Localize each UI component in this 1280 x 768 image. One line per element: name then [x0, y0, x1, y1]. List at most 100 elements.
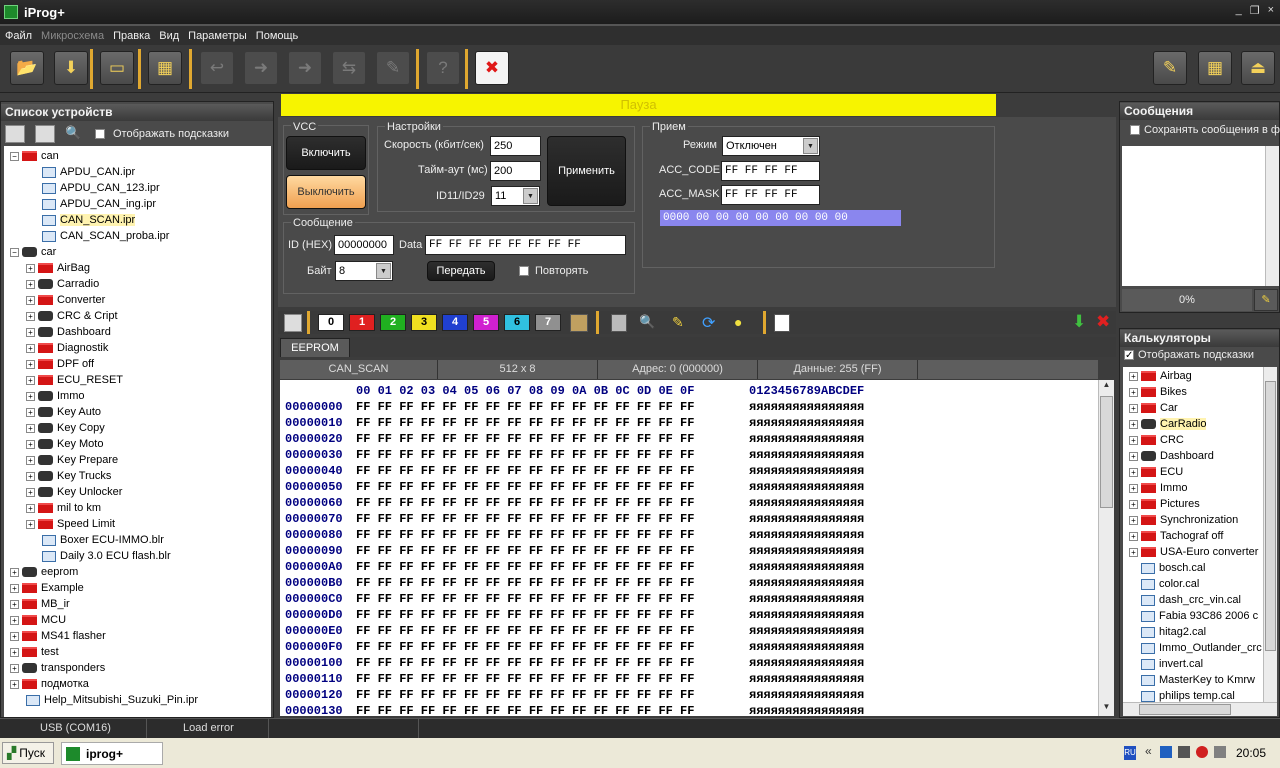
list-view-icon[interactable]	[35, 125, 55, 143]
document-icon[interactable]: ▭	[100, 51, 134, 85]
tree-item[interactable]: color.cal	[1129, 576, 1199, 592]
expander-icon[interactable]: +	[26, 455, 35, 465]
tree-item[interactable]: + test	[10, 644, 59, 660]
expander-icon[interactable]: +	[26, 295, 35, 305]
expander-icon[interactable]: +	[1129, 371, 1138, 381]
messages-scrollbar[interactable]	[1265, 146, 1279, 286]
id-type-select[interactable]: 11 ▼	[491, 186, 540, 206]
tree-item[interactable]: hitag2.cal	[1129, 624, 1206, 640]
antivirus-icon[interactable]	[1196, 746, 1208, 758]
expander-icon[interactable]: +	[10, 615, 19, 625]
row-ascii[interactable]: яяяяяяяяяяяяяяяя	[749, 527, 864, 543]
tree-item[interactable]: + Dashboard	[26, 324, 111, 340]
color-button-0[interactable]: 0	[318, 314, 344, 331]
taskbar-app-button[interactable]: iprog+	[61, 742, 163, 765]
tree-item[interactable]: + Airbag	[1129, 368, 1192, 384]
byte-select[interactable]: 8 ▼	[335, 261, 393, 281]
tree-item[interactable]: + Key Moto	[26, 436, 103, 452]
row-ascii[interactable]: яяяяяяяяяяяяяяяя	[749, 607, 864, 623]
row-bytes[interactable]: FF FF FF FF FF FF FF FF FF FF FF FF FF F…	[356, 575, 694, 591]
row-ascii[interactable]: яяяяяяяяяяяяяяяя	[749, 463, 864, 479]
tree-item[interactable]: + Synchronization	[1129, 512, 1238, 528]
row-ascii[interactable]: яяяяяяяяяяяяяяяя	[749, 543, 864, 559]
row-ascii[interactable]: яяяяяяяяяяяяяяяя	[749, 639, 864, 655]
tree-item[interactable]: APDU_CAN.ipr	[42, 164, 135, 180]
tree-item[interactable]: + MCU	[10, 612, 66, 628]
show-hints-checkbox[interactable]	[95, 129, 105, 139]
color-button-2[interactable]: 2	[380, 314, 406, 331]
tree-item[interactable]: + CarRadio	[1129, 416, 1207, 432]
msg-id-input[interactable]: 00000000	[334, 235, 394, 255]
expander-icon[interactable]: +	[1129, 547, 1138, 557]
expander-icon[interactable]: +	[26, 391, 35, 401]
expander-icon[interactable]: +	[1129, 483, 1138, 493]
compare-icon[interactable]: ⇆	[332, 51, 366, 85]
row-ascii[interactable]: яяяяяяяяяяяяяяяя	[749, 591, 864, 607]
tree-item[interactable]: + подмотка	[10, 676, 89, 692]
tree-item[interactable]: + Speed Limit	[26, 516, 115, 532]
expander-icon[interactable]: +	[10, 567, 19, 577]
color-button-5[interactable]: 5	[473, 314, 499, 331]
expander-icon[interactable]: +	[26, 279, 35, 289]
expander-icon[interactable]: +	[1129, 499, 1138, 509]
search-icon[interactable]: 🔍	[65, 125, 85, 143]
row-bytes[interactable]: FF FF FF FF FF FF FF FF FF FF FF FF FF F…	[356, 671, 694, 687]
tree-item[interactable]: + Dashboard	[1129, 448, 1214, 464]
tree-item[interactable]: + ECU_RESET	[26, 372, 123, 388]
row-bytes[interactable]: FF FF FF FF FF FF FF FF FF FF FF FF FF F…	[356, 655, 694, 671]
tree-view-icon[interactable]	[5, 125, 25, 143]
row-bytes[interactable]: FF FF FF FF FF FF FF FF FF FF FF FF FF F…	[356, 511, 694, 527]
tree-item[interactable]: + eeprom	[10, 564, 78, 580]
color-button-7[interactable]: 7	[535, 314, 561, 331]
tree-item[interactable]: + DPF off	[26, 356, 94, 372]
image-icon[interactable]	[570, 314, 588, 332]
download-arrow-icon[interactable]: ⬇	[1072, 312, 1090, 332]
tree-item[interactable]: − car	[10, 244, 56, 260]
row-bytes[interactable]: FF FF FF FF FF FF FF FF FF FF FF FF FF F…	[356, 591, 694, 607]
data-input[interactable]: FF FF FF FF FF FF FF FF	[425, 235, 626, 255]
tree-item[interactable]: Daily 3.0 ECU flash.blr	[42, 548, 171, 564]
tree-item[interactable]: Help_Mitsubishi_Suzuki_Pin.ipr	[26, 692, 198, 708]
expander-icon[interactable]: +	[26, 327, 35, 337]
tree-item[interactable]: + Key Trucks	[26, 468, 111, 484]
tree-item[interactable]: + Key Copy	[26, 420, 105, 436]
save-download-icon[interactable]: ⬇	[54, 51, 88, 85]
row-ascii[interactable]: яяяяяяяяяяяяяяяя	[749, 655, 864, 671]
delete-icon[interactable]: ✖	[1096, 312, 1114, 332]
row-ascii[interactable]: яяяяяяяяяяяяяяяя	[749, 575, 864, 591]
tree-item[interactable]: + Key Unlocker	[26, 484, 122, 500]
row-bytes[interactable]: FF FF FF FF FF FF FF FF FF FF FF FF FF F…	[356, 399, 694, 415]
find-icon[interactable]: 🔍	[639, 314, 657, 332]
expander-icon[interactable]: +	[26, 471, 35, 481]
volume-icon[interactable]	[1178, 746, 1190, 758]
hex-scrollbar[interactable]: ▲ ▼	[1098, 380, 1114, 716]
tree-item[interactable]: − can	[10, 148, 59, 164]
row-ascii[interactable]: яяяяяяяяяяяяяяяя	[749, 415, 864, 431]
row-ascii[interactable]: яяяяяяяяяяяяяяяя	[749, 495, 864, 511]
yellow-arrow-icon[interactable]: ➜	[288, 51, 322, 85]
expander-icon[interactable]: +	[1129, 515, 1138, 525]
timeout-input[interactable]: 200	[490, 161, 541, 181]
row-ascii[interactable]: яяяяяяяяяяяяяяяя	[749, 687, 864, 703]
row-ascii[interactable]: яяяяяяяяяяяяяяяя	[749, 671, 864, 687]
acc-code-input[interactable]: FF FF FF FF	[721, 161, 820, 181]
clear-icon[interactable]: ✎	[672, 314, 690, 332]
row-ascii[interactable]: яяяяяяяяяяяяяяяя	[749, 399, 864, 415]
color-button-3[interactable]: 3	[411, 314, 437, 331]
row-bytes[interactable]: FF FF FF FF FF FF FF FF FF FF FF FF FF F…	[356, 415, 694, 431]
red-arrow-icon[interactable]: ➜	[244, 51, 278, 85]
row-bytes[interactable]: FF FF FF FF FF FF FF FF FF FF FF FF FF F…	[356, 703, 694, 716]
row-bytes[interactable]: FF FF FF FF FF FF FF FF FF FF FF FF FF F…	[356, 479, 694, 495]
row-bytes[interactable]: FF FF FF FF FF FF FF FF FF FF FF FF FF F…	[356, 495, 694, 511]
menu-item-5[interactable]: Помощь	[256, 30, 299, 42]
tree-item[interactable]: + ECU	[1129, 464, 1183, 480]
expander-icon[interactable]: +	[1129, 451, 1138, 461]
send-button[interactable]: Передать	[427, 261, 495, 281]
tree-item[interactable]: + transponders	[10, 660, 105, 676]
open-folder-icon[interactable]: 📂	[10, 51, 44, 85]
expander-icon[interactable]: +	[1129, 403, 1138, 413]
row-bytes[interactable]: FF FF FF FF FF FF FF FF FF FF FF FF FF F…	[356, 623, 694, 639]
row-ascii[interactable]: яяяяяяяяяяяяяяяя	[749, 511, 864, 527]
tree-item[interactable]: + Immo	[26, 388, 85, 404]
calc-scrollbar[interactable]	[1263, 367, 1277, 702]
